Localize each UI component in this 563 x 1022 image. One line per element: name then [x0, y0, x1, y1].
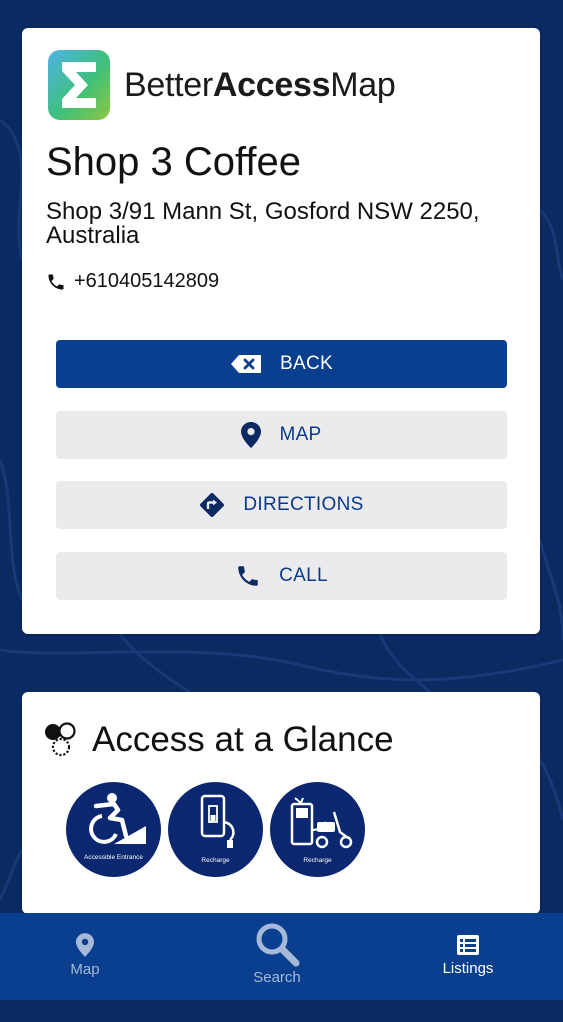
tab-listings[interactable]: Listings	[428, 935, 508, 1022]
access-title: Access at a Glance	[92, 720, 394, 759]
list-icon	[457, 935, 479, 955]
sigma-logo-icon	[48, 50, 110, 120]
feature-label: Recharge	[303, 857, 332, 864]
backspace-x-icon	[231, 355, 262, 373]
feature-accessible-entrance[interactable]: Accessible Entrance	[66, 782, 161, 877]
directions-button[interactable]: DIRECTIONS	[56, 481, 507, 529]
better-access-map-logo: BetterAccessMap	[48, 50, 396, 120]
map-button[interactable]: MAP	[56, 411, 507, 459]
tab-search[interactable]: Search	[236, 921, 318, 1008]
access-header: Access at a Glance	[44, 720, 394, 760]
phone-icon	[48, 274, 64, 289]
place-title: Shop 3 Coffee	[46, 140, 302, 184]
feature-list: Accessible Entrance Recharge Recharge	[66, 782, 372, 877]
directions-turn-icon	[200, 493, 225, 517]
place-address: Shop 3/91 Mann St, Gosford NSW 2250, Aus…	[46, 198, 480, 249]
back-button[interactable]: BACK	[56, 340, 507, 388]
search-icon	[256, 923, 300, 967]
access-card: Access at a Glance Accessible Entrance R…	[22, 692, 540, 914]
access-dots-icon	[45, 722, 76, 757]
feature-scooter-recharge[interactable]: Recharge	[270, 782, 365, 877]
phone-number: +610405142809	[74, 270, 220, 292]
feature-label: Recharge	[201, 857, 230, 864]
map-pin-icon	[241, 422, 262, 448]
logo-wordmark: BetterAccessMap	[124, 65, 396, 104]
feature-label: Accessible Entrance	[84, 854, 143, 861]
bottom-tab-bar: Map Search Listings	[0, 913, 563, 1000]
map-pin-icon	[76, 933, 94, 957]
place-phone: +610405142809	[46, 270, 219, 293]
place-card: BetterAccessMap Shop 3 Coffee Shop 3/91 …	[22, 28, 540, 634]
accessible-entrance-icon	[89, 793, 146, 844]
tab-map[interactable]: Map	[55, 933, 115, 1020]
call-button[interactable]: CALL	[56, 552, 507, 600]
phone-icon	[238, 566, 258, 586]
feature-phone-recharge[interactable]: Recharge	[168, 782, 263, 877]
